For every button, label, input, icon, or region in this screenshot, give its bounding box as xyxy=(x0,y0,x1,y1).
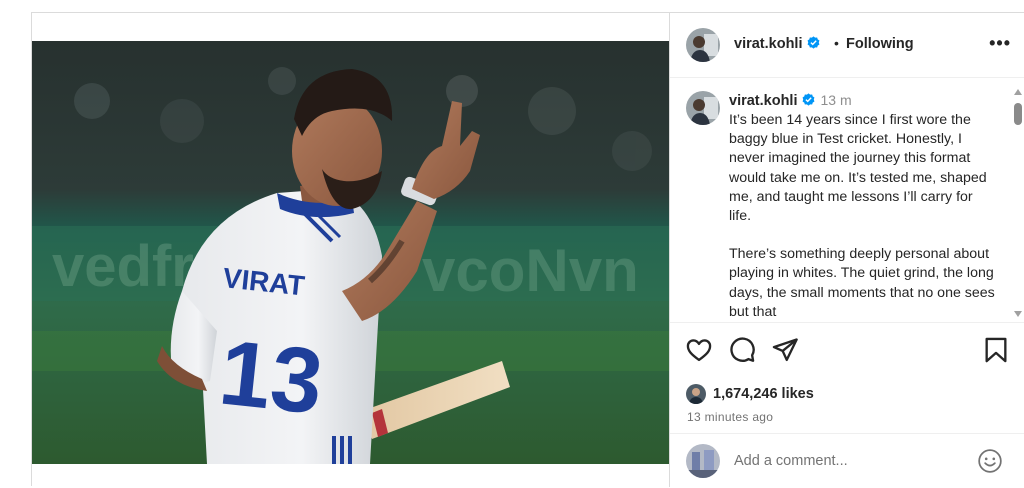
caption-text: It’s been 14 years since I first wore th… xyxy=(729,111,997,321)
caption-username[interactable]: virat.kohli xyxy=(729,93,798,109)
scrollbar-thumb[interactable] xyxy=(1014,103,1022,125)
author-avatar[interactable] xyxy=(686,28,720,62)
header-separator: • xyxy=(834,35,839,51)
scroll-down-arrow-icon[interactable] xyxy=(1014,311,1022,317)
post-timestamp[interactable]: 13 minutes ago xyxy=(687,410,773,424)
likes-count[interactable]: 1,674,246 likes xyxy=(713,386,814,402)
viewer-avatar xyxy=(686,444,720,478)
caption-avatar[interactable] xyxy=(686,91,720,125)
caption-paragraph: There’s something deeply personal about … xyxy=(729,246,995,320)
author-username[interactable]: virat.kohli xyxy=(734,36,820,52)
comment-input[interactable] xyxy=(732,448,966,474)
jersey-number: 13 xyxy=(215,321,327,433)
heart-icon[interactable] xyxy=(685,336,713,364)
caption-header: virat.kohli 13 m xyxy=(729,92,852,109)
caption-scrollbar[interactable] xyxy=(1010,81,1024,321)
share-icon[interactable] xyxy=(771,336,799,364)
post-photo-image: vedfre vcoNvn VIRAT 13 xyxy=(32,41,669,464)
post-photo[interactable]: vedfre vcoNvn VIRAT 13 xyxy=(32,41,669,464)
more-options-icon[interactable]: ••• xyxy=(989,33,1011,54)
caption-area: virat.kohli 13 m It’s been 14 years since… xyxy=(670,78,1010,321)
scroll-up-arrow-icon[interactable] xyxy=(1014,89,1022,95)
verified-badge-icon xyxy=(807,36,819,49)
verified-badge-icon xyxy=(802,93,814,106)
caption-time[interactable]: 13 m xyxy=(821,92,852,108)
caption-paragraph: It’s been 14 years since I first wore th… xyxy=(729,112,987,225)
liker-avatar[interactable] xyxy=(686,384,706,404)
post-card: vedfre vcoNvn VIRAT 13 virat.kohli • Fol… xyxy=(31,12,1024,487)
bookmark-icon[interactable] xyxy=(982,336,1010,364)
svg-text:vcoNvn: vcoNvn xyxy=(422,237,639,304)
following-button[interactable]: Following xyxy=(846,36,914,52)
comment-bar xyxy=(670,433,1024,488)
post-side-panel: virat.kohli • Following ••• virat.kohli 1… xyxy=(669,13,1024,487)
comment-icon[interactable] xyxy=(728,336,756,364)
post-header: virat.kohli • Following ••• xyxy=(670,13,1024,78)
emoji-icon[interactable] xyxy=(977,448,1003,474)
